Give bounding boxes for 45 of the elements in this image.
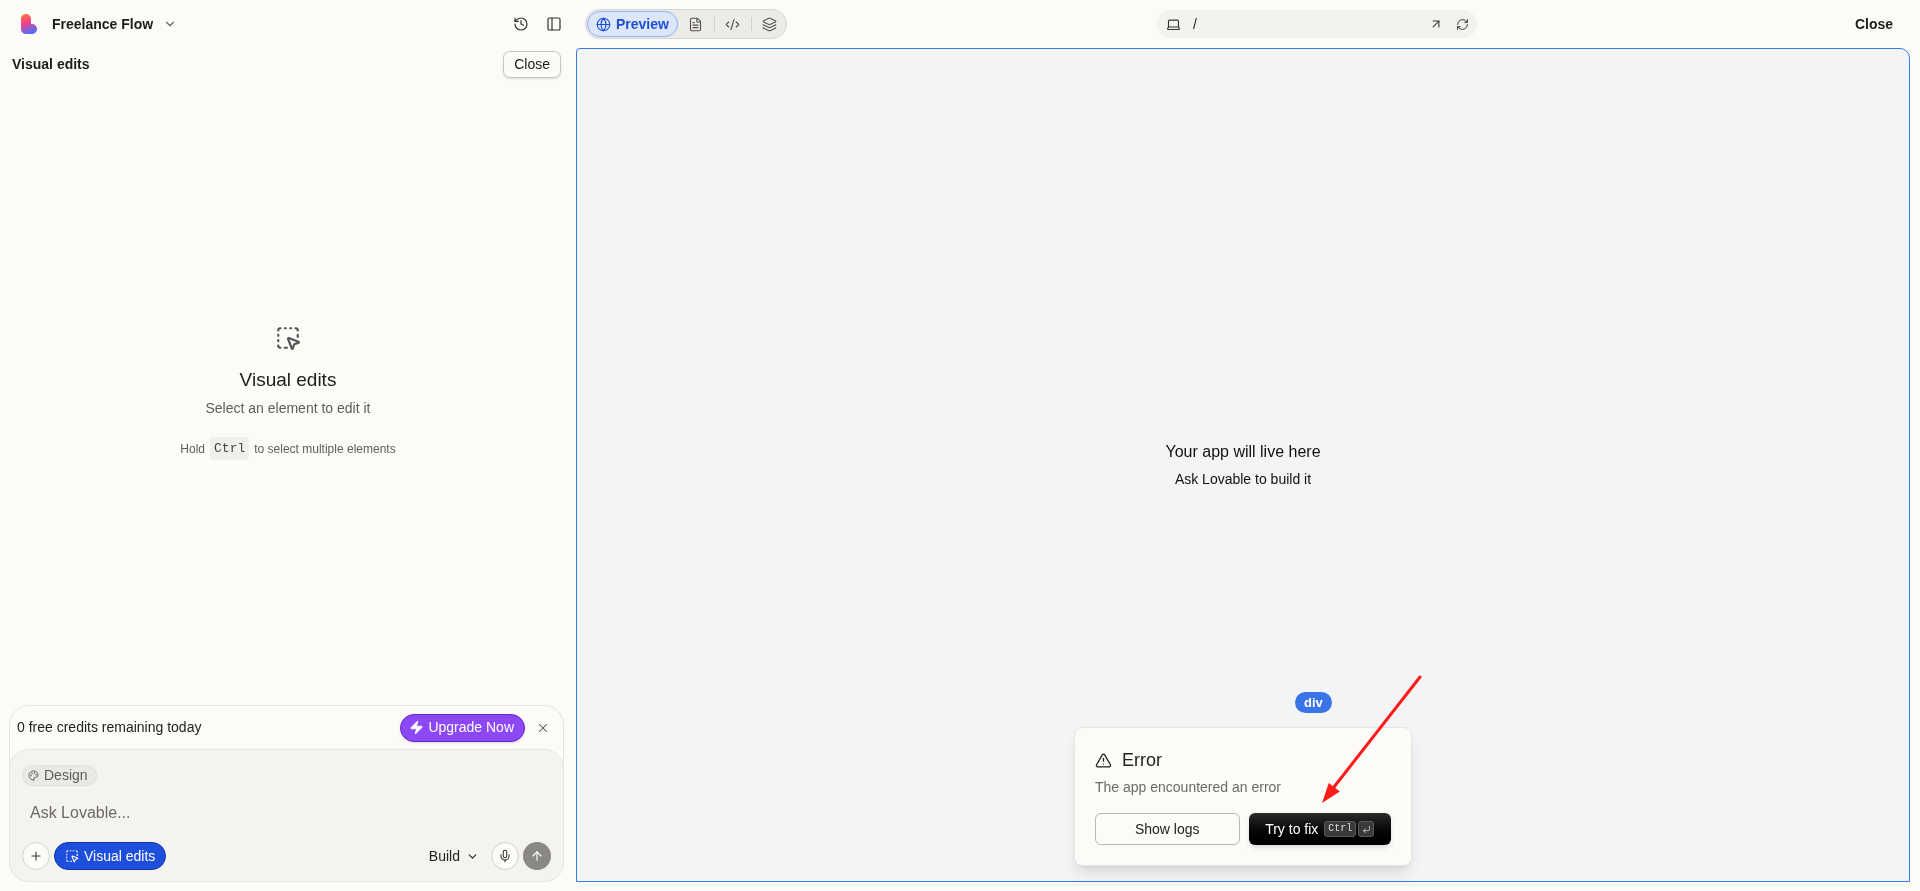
file-icon bbox=[688, 16, 704, 32]
mode-dropdown[interactable]: Build bbox=[424, 842, 483, 870]
add-button[interactable] bbox=[22, 842, 50, 870]
close-button[interactable]: Close bbox=[1846, 10, 1901, 38]
element-select-icon bbox=[65, 849, 79, 863]
warning-icon bbox=[1095, 751, 1112, 769]
code-icon bbox=[725, 16, 741, 32]
laptop-icon[interactable] bbox=[1165, 16, 1181, 32]
credits-text: 0 free credits remaining today bbox=[17, 718, 202, 737]
try-to-fix-button[interactable]: Try to fix Ctrl bbox=[1248, 813, 1391, 845]
upgrade-button[interactable]: Upgrade Now bbox=[400, 713, 525, 742]
preview-subtitle: Ask Lovable to build it bbox=[1174, 469, 1312, 489]
preview-tab[interactable]: Preview bbox=[587, 11, 678, 37]
microphone-icon bbox=[498, 849, 512, 863]
plus-icon bbox=[29, 849, 43, 863]
hint-text: Hold bbox=[180, 440, 206, 458]
url-field[interactable]: / bbox=[1192, 13, 1429, 35]
lightning-icon bbox=[409, 720, 425, 735]
visual-edits-button[interactable]: Visual edits bbox=[54, 842, 167, 870]
preview-title: Your app will live here bbox=[1165, 441, 1321, 462]
keyboard-key: Ctrl bbox=[1324, 821, 1357, 837]
error-message: The app encountered an error bbox=[1095, 778, 1282, 797]
globe-icon bbox=[596, 16, 611, 32]
empty-state-title: Visual edits bbox=[239, 367, 337, 392]
send-button[interactable] bbox=[523, 842, 551, 870]
hint-text: to select multiple elements bbox=[254, 440, 396, 458]
sidebar-icon bbox=[546, 16, 562, 32]
palette-icon bbox=[28, 770, 39, 781]
error-title: Error bbox=[1122, 748, 1162, 772]
show-logs-button[interactable]: Show logs bbox=[1095, 813, 1240, 845]
history-icon bbox=[513, 16, 529, 32]
panel-title: Visual edits bbox=[12, 54, 90, 74]
close-button[interactable]: Close bbox=[503, 50, 561, 78]
project-name[interactable]: Freelance Flow bbox=[52, 13, 154, 35]
layers-icon bbox=[762, 16, 778, 32]
prompt-field[interactable]: Ask Lovable... bbox=[22, 800, 551, 826]
empty-state-subtitle: Select an element to edit it bbox=[205, 398, 371, 418]
microphone-button[interactable] bbox=[491, 842, 519, 870]
enter-key-icon bbox=[1358, 821, 1375, 837]
design-chip[interactable]: Design bbox=[22, 765, 97, 786]
refresh-icon[interactable] bbox=[1455, 17, 1469, 31]
element-select-icon bbox=[275, 324, 301, 351]
keyboard-key: Ctrl bbox=[210, 436, 250, 461]
logo-icon bbox=[21, 14, 37, 34]
element-tag-badge: div bbox=[1295, 692, 1332, 713]
